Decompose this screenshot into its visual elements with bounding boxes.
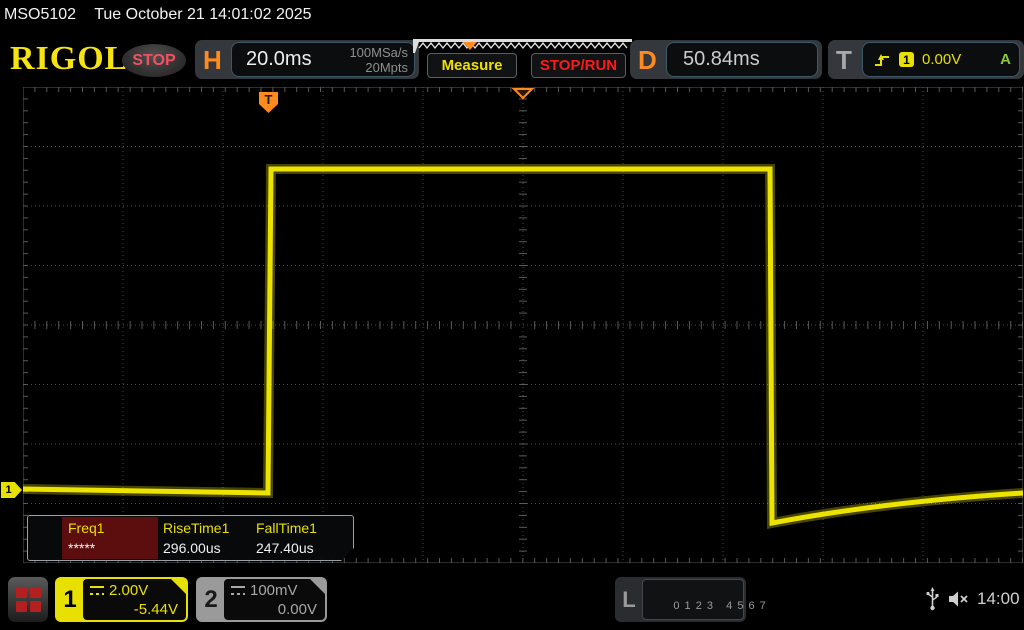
trigger-mode: A [1000,51,1011,68]
channel-1-number: 1 [63,585,77,613]
channel-2-settings: 100mV 0.00V [224,579,325,620]
channel-2-scale: 100mV [250,582,298,599]
memory-position-bar[interactable] [413,39,632,53]
measure-button[interactable]: Measure [427,53,517,78]
grid-menu-button[interactable] [8,577,48,622]
channel-1-settings: 2.00V -5.44V [83,579,186,620]
channel-2-block[interactable]: 2 100mV 0.00V [196,577,327,622]
ch1-ground-marker-label: 1 [5,484,12,496]
measurement-item-falltime[interactable]: FallTime1 247.40us [256,520,317,556]
logic-channel-list: 0 1 2 3 4 5 6 7 8 9 10 11 12 13 14 15 [642,579,766,620]
logic-channels-block[interactable]: L 0 1 2 3 4 5 6 7 8 9 10 11 12 13 14 15 [615,577,766,622]
channel-2-offset: 0.00V [277,601,317,618]
sample-rate: 100MSa/s [349,44,408,60]
horizontal-timebase-panel[interactable]: H 20.0ms 100MSa/s 20Mpts [195,40,419,79]
trigger-position-marker-label: T [265,92,273,107]
trigger-level: 0.00V [922,51,962,68]
channel-2-number: 2 [204,585,218,613]
measurement-item-freq[interactable]: Freq1 ***** [68,520,105,556]
trigger-panel[interactable]: T 1 0.00V A [828,40,1024,79]
acquisition-info: 100MSa/s 20Mpts [349,45,408,75]
rigol-logo: RIGOL [10,40,129,77]
stop-run-button-label: STOP/RUN [539,57,618,74]
stop-run-button[interactable]: STOP/RUN [531,53,626,78]
datetime: Tue October 21 14:01:02 2025 [94,6,312,23]
delay-panel[interactable]: D 50.84ms [630,40,822,79]
run-state-badge: STOP [122,44,186,77]
trigger-box: 1 0.00V A [862,42,1020,77]
measurement-value: 296.00us [163,540,221,556]
measurement-label: FallTime1 [256,520,317,536]
timebase-value: 20.0ms [246,48,312,70]
measurement-value: 247.40us [256,540,314,556]
trigger-position-marker[interactable]: T [259,92,278,113]
trigger-source-badge: 1 [899,52,914,67]
measurement-value: ***** [68,540,96,556]
measurement-label: Freq1 [68,520,105,536]
horizontal-label: H [203,45,222,75]
grid-menu-icon [15,587,41,612]
ch1-waveform-trace [23,164,1023,530]
oscilloscope-screen: MSO5102 Tue October 21 14:01:02 2025 RIG… [0,0,1024,630]
measure-button-label: Measure [441,57,503,74]
logic-row-1: 0 1 2 3 4 5 6 7 [673,600,767,612]
delay-box: 50.84ms [666,42,818,77]
delay-value: 50.84ms [683,48,760,70]
measurement-panel[interactable]: Freq1 ***** RiseTime1 296.00us FallTime1… [27,515,354,561]
rising-edge-trigger-icon [875,53,889,66]
clock: 14:00 [977,589,1020,608]
membar-frame [413,39,632,53]
channel-1-offset: -5.44V [133,601,178,618]
delay-label: D [638,45,657,75]
dc-coupling-icon [90,586,104,595]
membar-wave [418,41,628,50]
speaker-mute-icon[interactable] [947,589,969,609]
horizontal-position-marker[interactable] [511,88,535,100]
usb-icon [926,587,939,611]
dc-coupling-icon [231,586,245,595]
model-name: MSO5102 [4,6,77,23]
status-icons: 14:00 [926,584,1022,614]
logic-label: L [622,586,636,612]
waveform-display: T [23,87,1023,563]
measurement-item-risetime[interactable]: RiseTime1 296.00us [163,520,229,556]
titlebar: MSO5102 Tue October 21 14:01:02 2025 [4,6,312,24]
trigger-label: T [836,45,852,75]
timebase-box: 20.0ms 100MSa/s 20Mpts [231,42,415,77]
memory-depth: 20Mpts [365,59,408,75]
channel-1-block[interactable]: 1 2.00V -5.44V [55,577,188,622]
measurement-label: RiseTime1 [163,520,230,536]
channel-1-scale: 2.00V [109,582,149,599]
ch1-ground-marker[interactable]: 1 [1,482,22,498]
